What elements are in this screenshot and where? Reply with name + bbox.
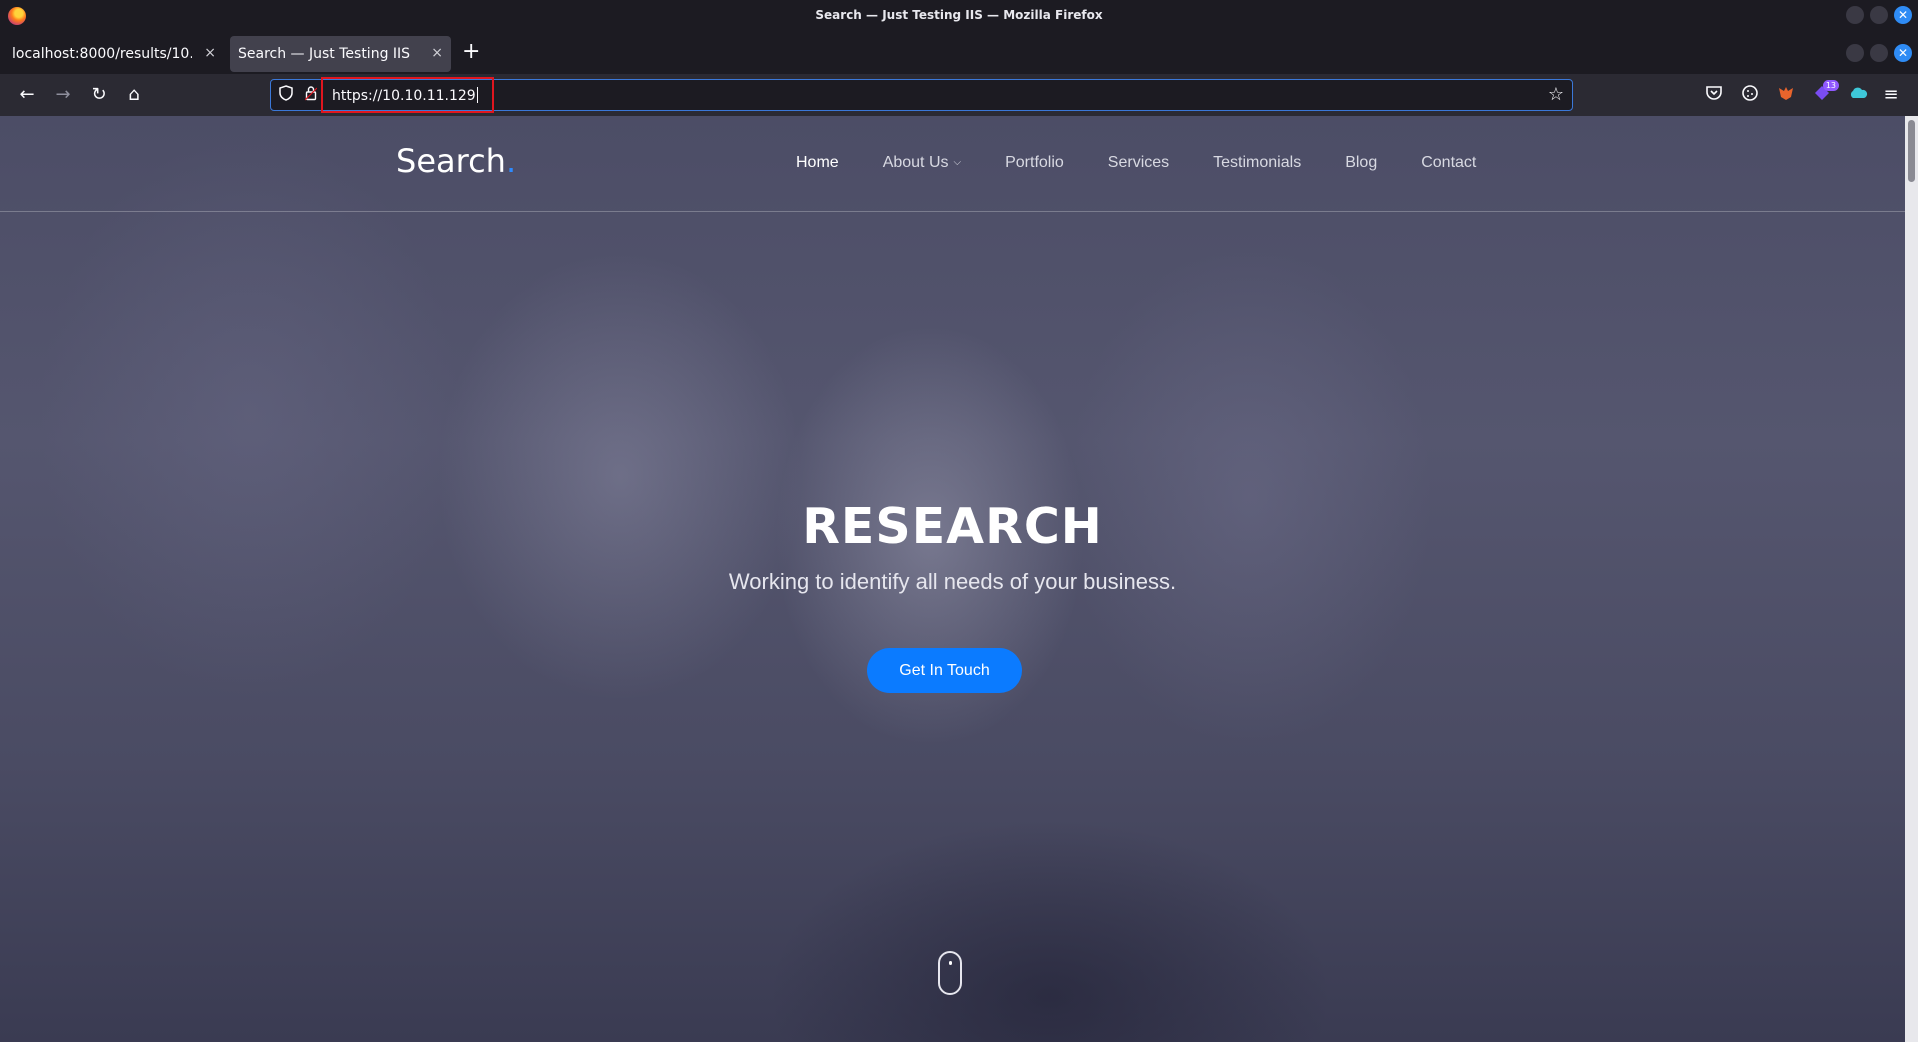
extension-badge: 13 (1822, 80, 1839, 91)
window-title: Search — Just Testing IIS — Mozilla Fire… (815, 8, 1103, 22)
tab-strip: localhost:8000/results/10.10 × Search — … (0, 32, 1918, 74)
minimize-button[interactable] (1846, 6, 1864, 24)
window-title-bar: Search — Just Testing IIS — Mozilla Fire… (0, 0, 1918, 32)
nav-home[interactable]: Home (796, 154, 839, 172)
tab-label: localhost:8000/results/10.10 (12, 46, 192, 62)
tabstrip-window-controls: ✕ (1846, 44, 1912, 62)
scroll-down-mouse-icon[interactable] (938, 951, 962, 995)
nav-services[interactable]: Services (1108, 154, 1169, 172)
wappalyzer-extension-icon[interactable]: 13 (1811, 80, 1839, 106)
scrollbar-thumb[interactable] (1908, 120, 1915, 182)
tab-results[interactable]: localhost:8000/results/10.10 × (2, 36, 224, 72)
logo-dot: . (505, 142, 517, 180)
text-caret (476, 87, 478, 103)
web-page: Search. Home About Us ⌵ Portfolio Service… (0, 116, 1905, 1042)
site-header: Search. Home About Us ⌵ Portfolio Service… (0, 116, 1905, 212)
nav-testimonials[interactable]: Testimonials (1213, 154, 1301, 172)
hero-subtitle: Working to identify all needs of your bu… (728, 569, 1177, 594)
tab-search[interactable]: Search — Just Testing IIS × (230, 36, 451, 72)
window-controls: ✕ (1846, 6, 1912, 24)
url-bar[interactable]: https://10.10.11.129 ☆ (270, 77, 1573, 113)
url-text: https://10.10.11.129 (332, 88, 476, 104)
logo-text: Search (396, 142, 506, 180)
lock-icon[interactable] (304, 85, 318, 105)
navigation-toolbar: ← → ↻ ⌂ https://10.10.11.129 ☆ 13 ≡ (0, 74, 1918, 116)
nav-blog[interactable]: Blog (1345, 154, 1377, 172)
close-window-button[interactable]: ✕ (1894, 6, 1912, 24)
new-tab-button[interactable]: + (462, 41, 480, 63)
tab-close-icon[interactable]: × (204, 45, 216, 61)
tracking-protection-shield-icon[interactable] (279, 85, 293, 105)
url-input[interactable]: https://10.10.11.129 (332, 87, 478, 104)
forward-arrow-icon[interactable]: → (52, 84, 74, 106)
chevron-down-icon: ⌵ (953, 157, 962, 168)
close-window-button[interactable]: ✕ (1894, 44, 1912, 62)
hamburger-menu-icon[interactable]: ≡ (1880, 84, 1902, 106)
pocket-icon[interactable] (1703, 84, 1725, 106)
nav-contact[interactable]: Contact (1421, 154, 1476, 172)
cookie-extension-icon[interactable] (1739, 84, 1761, 106)
maximize-button[interactable] (1870, 6, 1888, 24)
nav-portfolio[interactable]: Portfolio (1005, 154, 1064, 172)
get-in-touch-button[interactable]: Get In Touch (867, 648, 1022, 693)
bookmark-star-icon[interactable]: ☆ (1548, 84, 1564, 105)
tab-close-icon[interactable]: × (431, 45, 443, 61)
reload-icon[interactable]: ↻ (88, 84, 110, 106)
back-arrow-icon[interactable]: ← (16, 84, 38, 106)
cloud-extension-icon[interactable] (1847, 84, 1869, 106)
hero-title: RESEARCH (802, 498, 1103, 555)
site-logo[interactable]: Search. (396, 142, 516, 180)
nav-about-us[interactable]: About Us ⌵ (883, 154, 961, 172)
site-nav: Home About Us ⌵ Portfolio Services Testim… (796, 154, 1520, 172)
maximize-button[interactable] (1870, 44, 1888, 62)
page-scrollbar[interactable] (1905, 116, 1918, 1042)
nav-about-us-label: About Us (882, 154, 949, 171)
minimize-button[interactable] (1846, 44, 1864, 62)
home-icon[interactable]: ⌂ (123, 84, 145, 106)
tab-label: Search — Just Testing IIS (238, 46, 411, 62)
foxyproxy-extension-icon[interactable] (1775, 84, 1797, 106)
